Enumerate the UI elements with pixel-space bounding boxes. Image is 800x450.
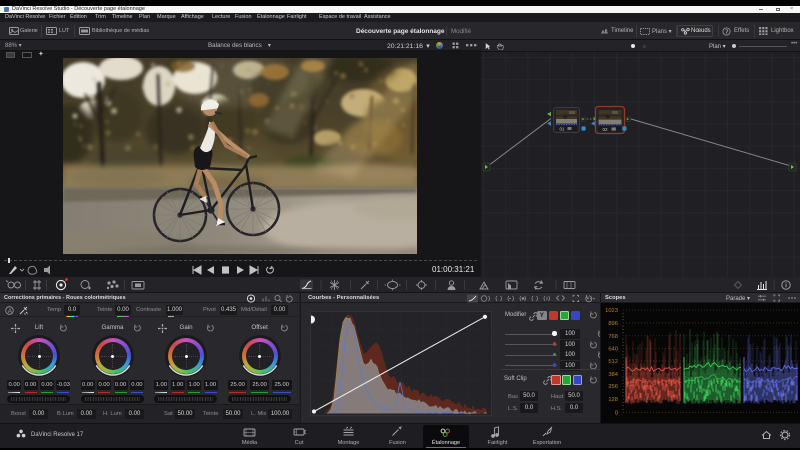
svg-text:02: 02 <box>603 127 609 132</box>
svg-text:A: A <box>8 308 13 315</box>
svg-text:01: 01 <box>560 126 565 131</box>
svg-text:Exportation: Exportation <box>533 440 561 446</box>
svg-text:Média: Média <box>242 440 258 446</box>
svg-text:640: 640 <box>608 347 618 353</box>
svg-text:512: 512 <box>608 359 618 365</box>
svg-text:384: 384 <box>608 372 618 378</box>
svg-text:Cut: Cut <box>295 440 304 446</box>
svg-text:Fairlight: Fairlight <box>488 440 508 446</box>
svg-text:Montage: Montage <box>338 440 360 446</box>
svg-text:128: 128 <box>608 397 618 403</box>
svg-text:896: 896 <box>608 321 618 327</box>
svg-text:768: 768 <box>608 334 618 340</box>
svg-text:Fusion: Fusion <box>389 440 406 446</box>
svg-text:256: 256 <box>608 384 618 390</box>
svg-text:Étalonnage: Étalonnage <box>432 439 460 446</box>
svg-text:0: 0 <box>615 411 618 417</box>
svg-text:1023: 1023 <box>605 308 618 314</box>
